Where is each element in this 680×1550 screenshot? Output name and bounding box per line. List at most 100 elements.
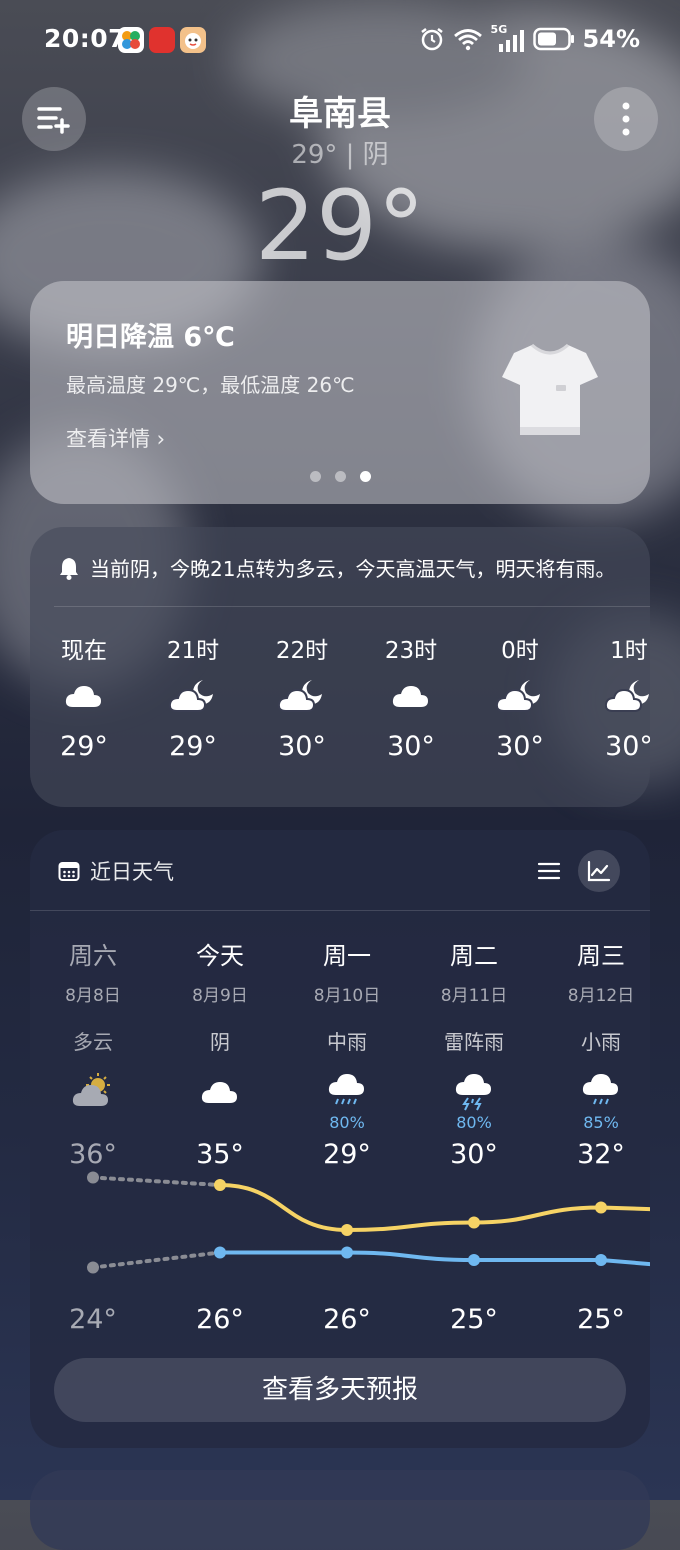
temperature-alert-card[interactable]: 明日降温 6℃ 最高温度 29℃，最低温度 26℃ 查看详情 ›: [30, 281, 650, 504]
cloud-moon-icon: [584, 665, 650, 725]
high-temp-point: [87, 1171, 99, 1184]
rain-probability: [38, 1113, 148, 1133]
hourly-item: 0时 30°: [475, 631, 565, 762]
partly-sunny-icon: [38, 1069, 148, 1113]
cloud-icon: [39, 665, 129, 725]
cloud-icon: [366, 665, 456, 725]
day-name: 周一: [323, 942, 371, 970]
high-temp-point: [341, 1224, 353, 1236]
list-icon: [537, 862, 561, 880]
high-temp-line: [218, 1183, 650, 1233]
current-summary: 29° | 阴: [291, 140, 389, 170]
thunderstorm-icon: [419, 1069, 529, 1113]
hour-label: 1时: [610, 638, 648, 664]
wifi-icon: [453, 29, 482, 51]
tshirt-icon: [502, 343, 598, 435]
day-low-temp: 26°: [323, 1304, 371, 1335]
page-dot-active: [360, 471, 371, 482]
hour-temp: 29°: [60, 731, 108, 762]
signal-icon: 5G: [491, 23, 525, 52]
app-icon-2: [149, 27, 175, 53]
day-low-temp: 24°: [69, 1304, 117, 1335]
day-name: 周六: [69, 942, 117, 970]
rain-probability: 85%: [583, 1113, 619, 1132]
high-temp-point: [468, 1216, 480, 1229]
daily-forecast-card: 近日天气 周六 8月8日 多云 36° 今天 8月9日阴 35° 周一 8月10日 中雨 80% 29…: [30, 830, 650, 1448]
day-item[interactable]: 周六 8月8日 多云 36°: [38, 936, 148, 1170]
cloud-moon-icon: [148, 665, 238, 725]
low-temp-point: [468, 1254, 480, 1266]
page-dot: [335, 471, 346, 482]
alarm-icon: [420, 28, 443, 51]
day-low-temp: 25°: [577, 1304, 625, 1335]
hourly-forecast-card: 当前阴，今晚21点转为多云，今天高温天气，明天将有雨。 现在 29° 21时 29° 2…: [30, 527, 650, 807]
high-temp-point: [214, 1179, 226, 1191]
page-dot: [310, 471, 321, 482]
hour-label: 现在: [61, 638, 107, 664]
day-condition: 多云: [73, 1030, 113, 1054]
hour-temp: 29°: [169, 731, 217, 762]
cloud-icon: [165, 1069, 275, 1113]
past-trend-line: [91, 1250, 222, 1270]
high-temp-point: [595, 1201, 607, 1214]
app-icon-3: [180, 27, 206, 53]
day-condition: 小雨: [581, 1030, 621, 1054]
temperature-trend-chart: [87, 1171, 650, 1274]
hourly-item: 22时 30°: [257, 631, 347, 762]
low-temp-line: [218, 1250, 650, 1267]
day-condition: 中雨: [327, 1030, 367, 1054]
day-item[interactable]: 周二 8月11日 雷阵雨 80% 30°: [419, 936, 529, 1170]
divider: [30, 910, 650, 911]
day-name: 周二: [450, 942, 498, 970]
hourly-item: 21时 29°: [148, 631, 238, 762]
view-more-forecast-button[interactable]: 查看多天预报: [54, 1358, 626, 1422]
day-item[interactable]: 今天 8月9日阴 35°: [165, 936, 275, 1170]
cloud-moon-icon: [475, 665, 565, 725]
hourly-item: 1时 30°: [584, 631, 650, 762]
daily-title: 近日天气: [90, 860, 174, 884]
battery-percent: 54%: [582, 25, 640, 53]
status-icons: 5G 54%: [419, 23, 640, 54]
line-chart-icon: [587, 860, 611, 882]
hour-label: 23时: [384, 638, 438, 664]
day-date: 8月10日: [313, 986, 381, 1006]
low-temp-point: [341, 1246, 353, 1259]
day-condition: 阴: [210, 1030, 230, 1054]
hour-label: 22时: [275, 638, 329, 664]
list-view-toggle[interactable]: [528, 850, 570, 892]
view-details-link[interactable]: 查看详情 ›: [66, 423, 165, 453]
day-item[interactable]: 周一 8月10日 中雨 80% 29°: [292, 936, 402, 1170]
day-name: 今天: [196, 942, 244, 970]
hour-temp: 30°: [496, 731, 544, 762]
day-date: 8月12日: [567, 986, 635, 1006]
bell-icon: [60, 557, 78, 580]
day-item[interactable]: 周三 8月12日 小雨 85% 32°: [546, 936, 650, 1170]
clock: 20:07: [44, 24, 127, 53]
rain-icon: [292, 1069, 402, 1113]
calendar-icon: [58, 862, 80, 881]
hour-label: 21时: [166, 638, 220, 664]
chart-view-toggle[interactable]: [578, 850, 620, 892]
day-name: 周三: [577, 942, 625, 970]
hourly-item: 23时 30°: [366, 631, 456, 762]
rain-probability: 80%: [329, 1113, 365, 1132]
day-date: 8月11日: [440, 986, 508, 1006]
light-rain-icon: [546, 1069, 650, 1113]
past-trend-line: [91, 1175, 222, 1187]
app-icon-1: [118, 27, 144, 53]
rain-probability: 80%: [456, 1113, 492, 1132]
hour-label: 0时: [501, 638, 539, 664]
day-low-temp: 26°: [196, 1304, 244, 1335]
day-date: 8月9日: [192, 986, 248, 1006]
next-card-partial: [30, 1470, 650, 1550]
daily-header: 近日天气: [58, 856, 174, 886]
hourly-item: 现在 29°: [39, 631, 129, 762]
current-temperature: 29°: [254, 170, 426, 282]
day-date: 8月8日: [65, 986, 121, 1006]
low-temp-point: [87, 1261, 99, 1274]
alert-title: 明日降温 6℃: [66, 322, 235, 353]
city-name: 阜南县: [289, 94, 391, 134]
status-bar: 20:07 5G 54%: [0, 0, 680, 78]
hour-temp: 30°: [278, 731, 326, 762]
hour-temp: 30°: [605, 731, 650, 762]
